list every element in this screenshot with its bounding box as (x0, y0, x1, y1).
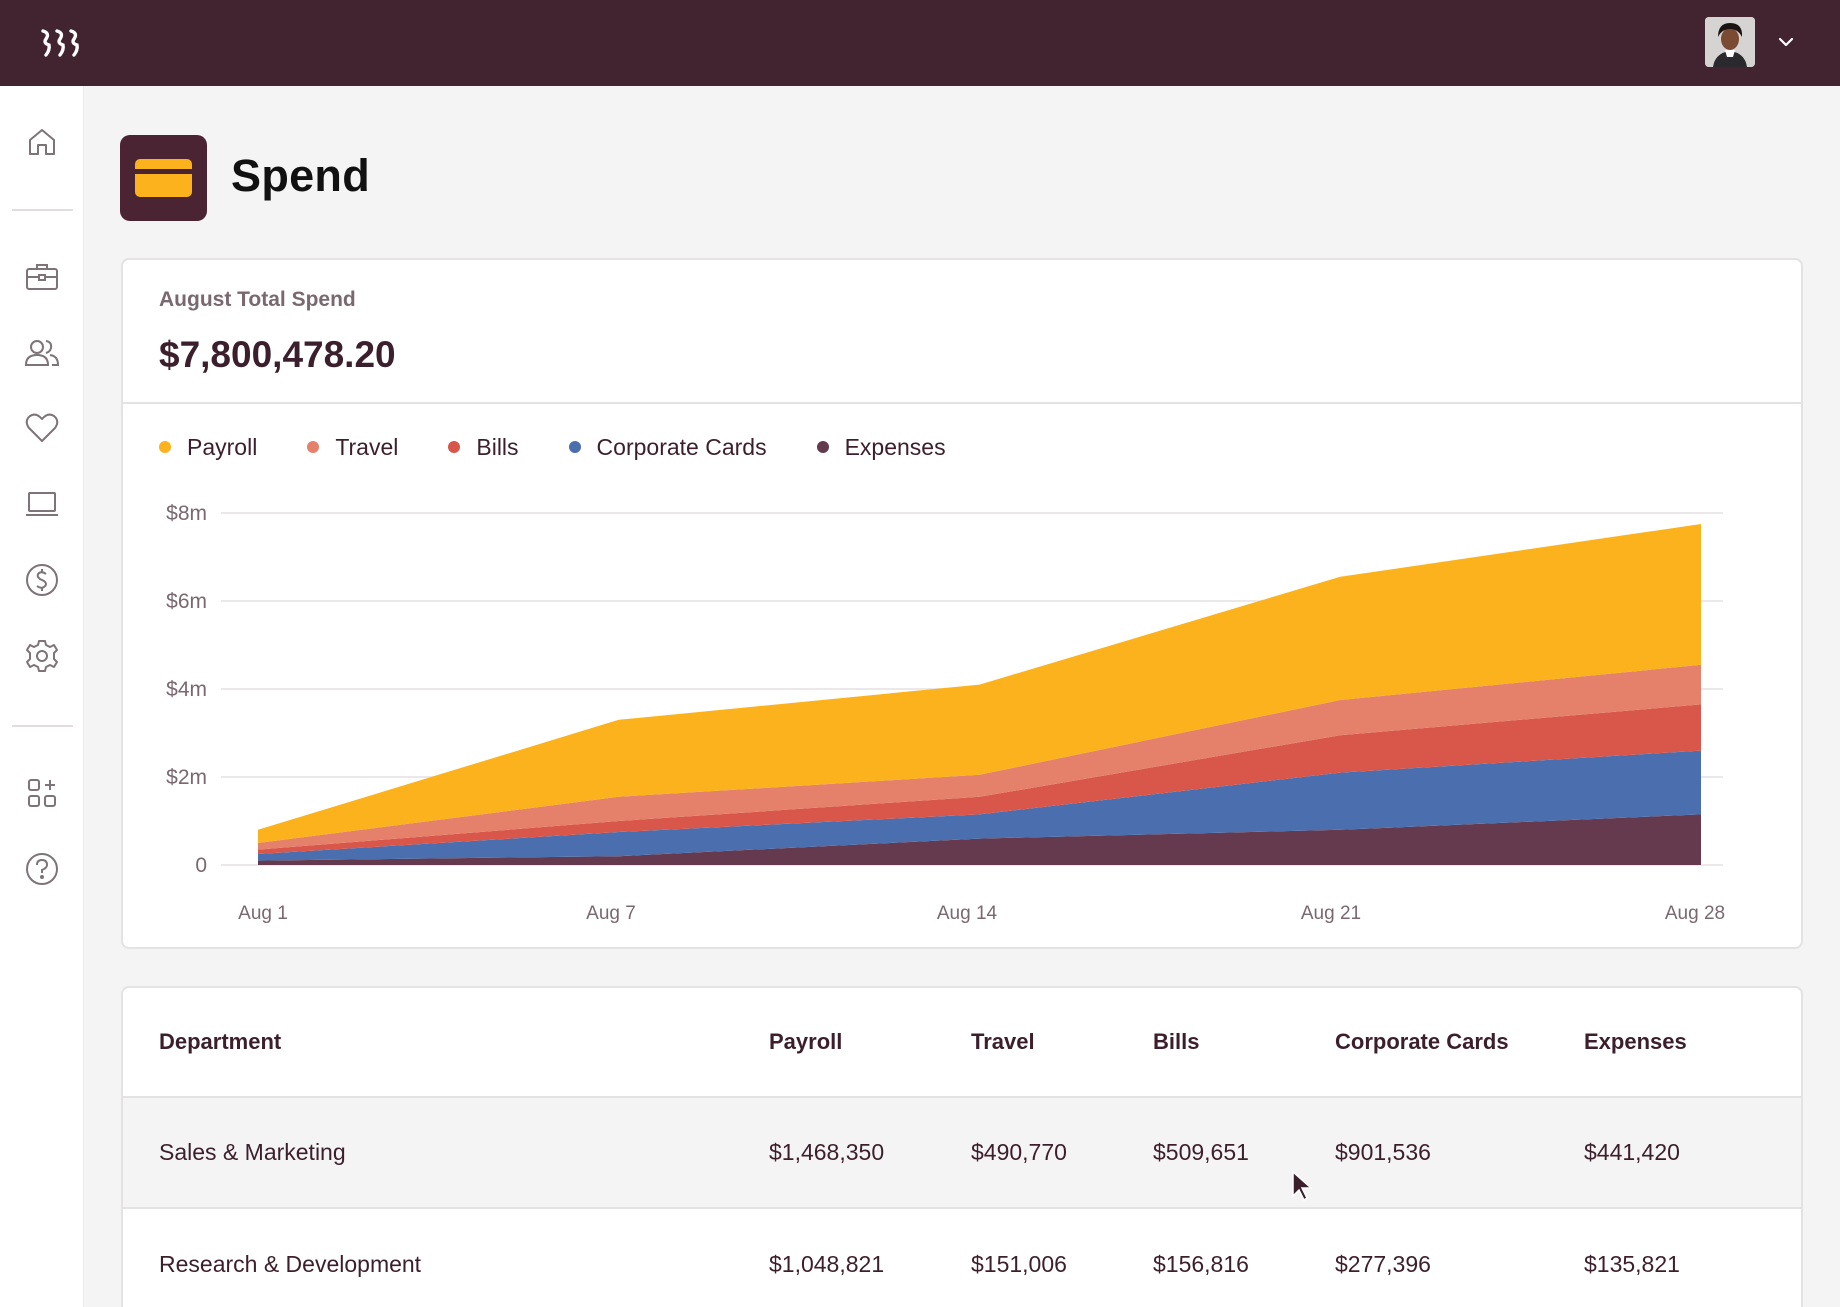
payroll-value: $1,048,821 (769, 1250, 885, 1277)
department-name: Sales & Marketing (159, 1139, 346, 1165)
briefcase-icon[interactable] (22, 257, 62, 297)
bills-value: $156,816 (1153, 1250, 1249, 1277)
dollar-icon[interactable] (22, 560, 62, 600)
user-avatar[interactable] (1705, 17, 1755, 67)
x-tick-label: Aug 7 (586, 903, 636, 924)
department-name: Research & Development (159, 1250, 422, 1277)
page-title: Spend (231, 150, 371, 201)
header-expenses[interactable]: Expenses (1584, 1029, 1687, 1055)
chevron-down-icon[interactable] (1776, 32, 1796, 52)
chart-legend: Payroll Travel Bills Corporate Cards Exp… (159, 432, 996, 462)
legend-label: Travel (335, 433, 399, 460)
legend-item-bills[interactable]: Bills (448, 433, 519, 461)
stacked-area-chart: 0 $2m $4m $6m $8m Aug 1 Aug 7 Aug 14 Aug 21 Aug 2… (166, 502, 1725, 924)
legend-label: Payroll (187, 433, 258, 460)
legend-dot (448, 441, 461, 453)
legend-label: Bills (476, 433, 519, 460)
header-corporate-cards[interactable]: Corporate Cards (1335, 1029, 1509, 1055)
x-tick-label: Aug 21 (1301, 903, 1361, 924)
corporate-cards-value: $277,396 (1335, 1250, 1431, 1277)
total-spend-value: $7,800,478.20 (159, 334, 396, 375)
top-navigation-bar (0, 0, 1840, 86)
legend-dot (568, 441, 581, 453)
sidebar-divider (12, 725, 73, 727)
x-tick-label: Aug 14 (937, 903, 998, 924)
header-bills[interactable]: Bills (1153, 1029, 1199, 1055)
x-tick-label: Aug 1 (238, 903, 288, 924)
table-row[interactable]: Sales & Marketing $1,468,350 $490,770 $5… (123, 1098, 1801, 1209)
corporate-cards-value: $901,536 (1335, 1139, 1431, 1165)
legend-dot (307, 441, 320, 453)
x-tick-label: Aug 28 (1665, 903, 1725, 924)
spend-chart-card: August Total Spend $7,800,478.20 Payroll… (121, 258, 1803, 949)
legend-dot (816, 441, 829, 453)
credit-card-icon (120, 135, 207, 221)
y-tick-label: 0 (195, 854, 207, 877)
home-icon[interactable] (22, 122, 62, 162)
legend-label: Corporate Cards (596, 433, 767, 460)
legend-item-expenses[interactable]: Expenses (816, 433, 946, 461)
gear-icon[interactable] (22, 636, 62, 676)
apps-add-icon[interactable] (22, 773, 62, 813)
legend-dot (159, 441, 171, 453)
table-row[interactable]: Research & Development $1,048,821 $151,0… (123, 1209, 1801, 1307)
rippling-logo-icon[interactable] (40, 28, 84, 58)
heart-icon[interactable] (22, 408, 62, 448)
y-tick-label: $2m (166, 766, 207, 789)
y-tick-label: $4m (166, 678, 207, 701)
expenses-value: $441,420 (1584, 1139, 1680, 1165)
legend-item-corporate-cards[interactable]: Corporate Cards (568, 433, 767, 461)
sidebar-divider (12, 209, 73, 211)
payroll-value: $1,468,350 (769, 1139, 885, 1165)
header-payroll[interactable]: Payroll (769, 1029, 842, 1055)
y-tick-label: $6m (166, 590, 207, 613)
total-spend-label: August Total Spend (159, 288, 356, 311)
expenses-value: $135,821 (1584, 1250, 1680, 1277)
travel-value: $151,006 (971, 1250, 1067, 1277)
department-spend-table: Department Payroll Travel Bills Corporat… (121, 986, 1803, 1307)
sidebar (0, 86, 84, 1307)
laptop-icon[interactable] (22, 484, 62, 524)
people-icon[interactable] (22, 333, 62, 373)
travel-value: $490,770 (971, 1139, 1067, 1165)
y-tick-label: $8m (166, 502, 207, 525)
header-department[interactable]: Department (159, 1029, 281, 1055)
legend-item-travel[interactable]: Travel (307, 434, 398, 461)
legend-label: Expenses (844, 433, 946, 460)
help-icon[interactable] (22, 849, 62, 889)
table-header-row: Department Payroll Travel Bills Corporat… (123, 988, 1801, 1098)
header-travel[interactable]: Travel (971, 1029, 1035, 1055)
bills-value: $509,651 (1153, 1139, 1249, 1165)
mouse-pointer-icon (1292, 1170, 1313, 1202)
legend-item-payroll[interactable]: Payroll (159, 434, 257, 461)
card-divider (123, 402, 1801, 404)
